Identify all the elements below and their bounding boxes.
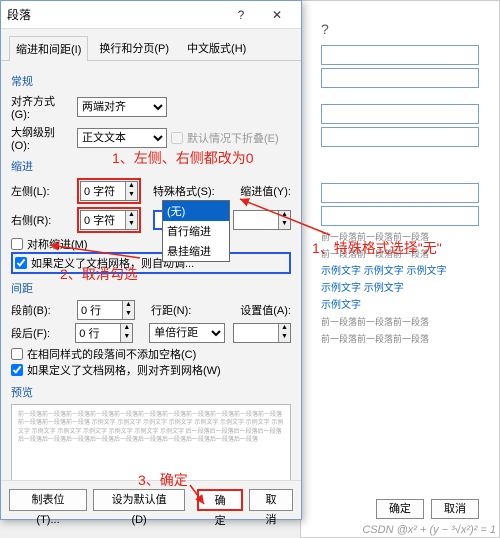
background-parent-window: ? 前一段落前一段落前一段落 前一段落前一段落前一段落 示例文字 示例文字 示例… — [300, 0, 500, 538]
bg-field[interactable] — [321, 68, 479, 88]
bg-sample-text: 示例文字 — [321, 296, 479, 311]
section-general: 常规 — [11, 73, 291, 89]
indent-right-label: 右侧(R): — [11, 212, 73, 228]
bg-gray-text: 前一段落前一段落前一段落 — [321, 247, 479, 260]
align-select[interactable]: 两端对齐 — [77, 97, 167, 117]
close-button[interactable]: ✕ — [259, 2, 295, 28]
dialog-footer: 制表位(T)... 设为默认值(D) 确定 取消 — [1, 480, 301, 519]
bg-sample-text: 示例文字 示例文字 — [321, 279, 479, 294]
spin-down-icon[interactable]: ▼ — [122, 310, 134, 319]
dialog-title: 段落 — [7, 6, 223, 23]
bg-sample-text: 示例文字 示例文字 示例文字 — [321, 262, 479, 277]
set-default-button[interactable]: 设为默认值(D) — [93, 489, 185, 511]
special-format-dropdown: (无) 首行缩进 悬挂缩进 — [162, 200, 230, 262]
dialog-content: 常规 对齐方式(G): 两端对齐 大纲级别(O): 正文文本 默认情况下折叠(E… — [1, 61, 301, 480]
mirror-indent-checkbox[interactable]: 对称缩进(M) — [11, 236, 291, 252]
dropdown-option-firstline[interactable]: 首行缩进 — [163, 221, 229, 241]
spin-down-icon[interactable]: ▼ — [125, 220, 137, 229]
setval-spinner[interactable]: ▲▼ — [233, 323, 291, 343]
spin-up-icon[interactable]: ▲ — [120, 324, 132, 333]
dropdown-option-hanging[interactable]: 悬挂缩进 — [163, 241, 229, 261]
spin-down-icon[interactable]: ▼ — [120, 333, 132, 342]
bg-help-icon[interactable]: ? — [321, 21, 479, 37]
spin-up-icon[interactable]: ▲ — [278, 324, 290, 333]
spin-up-icon[interactable]: ▲ — [122, 301, 134, 310]
spin-down-icon[interactable]: ▼ — [278, 333, 290, 342]
special-label: 特殊格式(S): — [153, 183, 215, 199]
section-indent: 缩进 — [11, 158, 291, 174]
bg-gray-text: 前一段落前一段落前一段落 — [321, 315, 479, 328]
indent-right-highlight: ▲▼ — [77, 207, 141, 233]
indent-left-spinner[interactable]: ▲▼ — [80, 181, 138, 201]
cancel-button[interactable]: 取消 — [249, 489, 293, 511]
after-spinner[interactable]: ▲▼ — [75, 323, 133, 343]
bg-field[interactable] — [321, 45, 479, 65]
dropdown-option-none[interactable]: (无) — [163, 201, 229, 221]
indent-left-label: 左侧(L): — [11, 183, 73, 199]
bg-ok-button[interactable]: 确定 — [376, 499, 424, 519]
bg-gray-text: 前一段落前一段落前一段落 — [321, 332, 479, 345]
titlebar: 段落 ? ✕ — [1, 1, 301, 29]
paragraph-dialog: 段落 ? ✕ 缩进和间距(I) 换行和分页(P) 中文版式(H) 常规 对齐方式… — [0, 0, 302, 520]
bg-gray-text: 前一段落前一段落前一段落 — [321, 230, 479, 243]
bg-cancel-button[interactable]: 取消 — [431, 499, 479, 519]
align-label: 对齐方式(G): — [11, 93, 73, 121]
linespace-label: 行距(N): — [151, 302, 191, 318]
ok-button[interactable]: 确定 — [197, 489, 243, 511]
spin-up-icon[interactable]: ▲ — [278, 211, 290, 220]
tab-indent-spacing[interactable]: 缩进和间距(I) — [9, 36, 88, 61]
collapse-checkbox[interactable]: 默认情况下折叠(E) — [171, 130, 279, 146]
help-button[interactable]: ? — [223, 2, 259, 28]
spin-up-icon[interactable]: ▲ — [125, 182, 137, 191]
outline-label: 大纲级别(O): — [11, 124, 73, 152]
section-preview: 预览 — [11, 384, 291, 400]
outline-select[interactable]: 正文文本 — [77, 128, 167, 148]
tabs: 缩进和间距(I) 换行和分页(P) 中文版式(H) — [1, 29, 301, 61]
after-label: 段后(F): — [11, 325, 71, 341]
before-label: 段前(B): — [11, 302, 73, 318]
spin-down-icon[interactable]: ▼ — [278, 220, 290, 229]
section-spacing: 间距 — [11, 280, 291, 296]
bg-field[interactable] — [321, 183, 479, 203]
tab-cjk[interactable]: 中文版式(H) — [180, 35, 253, 60]
auto-grid-checkbox-highlight[interactable]: 如果定义了文档网格，则自动调... — [11, 252, 291, 274]
linespace-select[interactable]: 单倍行距 — [149, 323, 225, 343]
tab-line-page[interactable]: 换行和分页(P) — [92, 35, 176, 60]
nospace-checkbox[interactable]: 在相同样式的段落间不添加空格(C) — [11, 346, 291, 362]
grid-align-checkbox[interactable]: 如果定义了文档网格，则对齐到网格(W) — [11, 362, 291, 378]
bg-field[interactable] — [321, 206, 479, 226]
indentval-label: 缩进值(Y): — [240, 183, 291, 199]
setval-label: 设置值(A): — [240, 302, 291, 318]
indentval-spinner[interactable]: ▲▼ — [233, 210, 291, 230]
indent-right-spinner[interactable]: ▲▼ — [80, 210, 138, 230]
tabs-button[interactable]: 制表位(T)... — [9, 489, 87, 511]
preview-box: 前一段落前一段落前一段落前一段落前一段落前一段落前一段落前一段落前一段落前一段落… — [11, 404, 291, 480]
watermark: CSDN @x² + (y − ³√x²)² = 1 — [362, 524, 496, 536]
bg-field[interactable] — [321, 127, 479, 147]
bg-field[interactable] — [321, 104, 479, 124]
indent-left-right-highlight: ▲▼ — [77, 178, 141, 204]
spin-down-icon[interactable]: ▼ — [125, 191, 137, 200]
before-spinner[interactable]: ▲▼ — [77, 300, 135, 320]
spin-up-icon[interactable]: ▲ — [125, 211, 137, 220]
